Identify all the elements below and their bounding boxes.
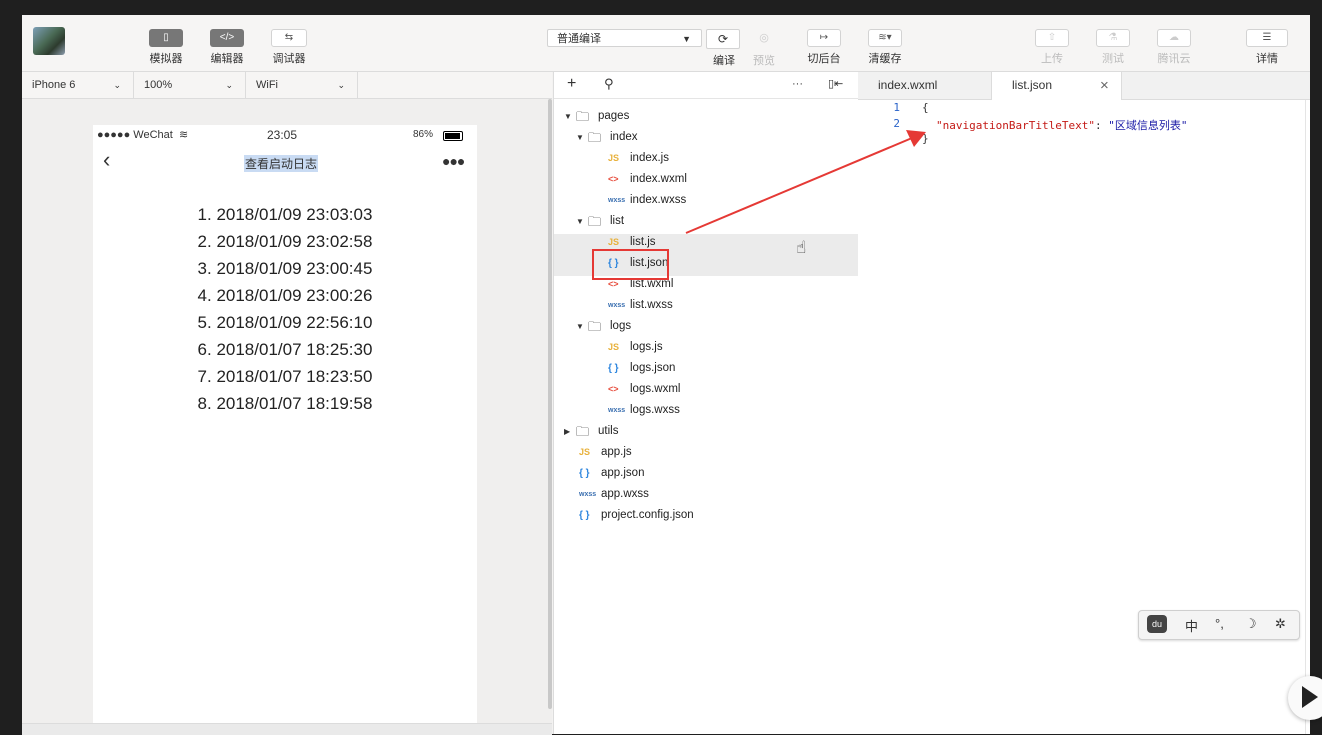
annotation-arrow — [685, 130, 926, 234]
ime-logo-icon: du — [1147, 615, 1167, 633]
right-edge — [1310, 15, 1322, 734]
ime-mode[interactable]: 中 — [1185, 616, 1198, 635]
left-edge — [0, 15, 22, 734]
gear-icon[interactable]: ✲ — [1275, 616, 1286, 632]
arrow-line — [685, 137, 913, 234]
ime-punctuation[interactable]: °, — [1215, 616, 1224, 631]
input-method-bar[interactable]: du 中 °, ☽ ✲ — [1138, 610, 1300, 640]
play-icon — [1302, 686, 1318, 708]
moon-icon[interactable]: ☽ — [1245, 616, 1257, 632]
